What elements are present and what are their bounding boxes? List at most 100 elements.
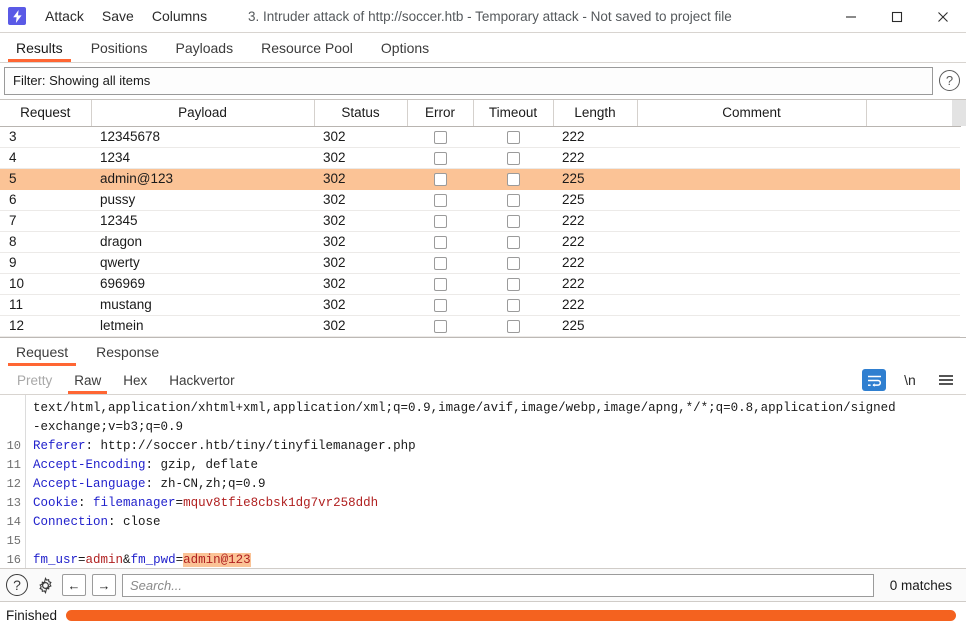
table-row[interactable]: 10 696969 302 222 — [0, 273, 960, 295]
cell-timeout[interactable] — [473, 252, 553, 274]
checkbox-icon[interactable] — [433, 298, 447, 312]
cell-length: 222 — [553, 210, 637, 232]
checkbox-icon[interactable] — [433, 193, 447, 207]
cell-error[interactable] — [407, 336, 473, 337]
main-tab-bar: Results Positions Payloads Resource Pool… — [0, 33, 966, 63]
cell-error[interactable] — [407, 210, 473, 232]
newline-icon[interactable]: \n — [898, 369, 922, 391]
menu-attack[interactable]: Attack — [36, 5, 93, 27]
cell-timeout[interactable] — [473, 315, 553, 337]
cell-timeout[interactable] — [473, 273, 553, 295]
checkbox-icon[interactable] — [506, 298, 520, 312]
cell-error[interactable] — [407, 252, 473, 274]
checkbox-icon[interactable] — [433, 277, 447, 291]
checkbox-icon[interactable] — [433, 256, 447, 270]
checkbox-icon[interactable] — [506, 151, 520, 165]
code-segment: Cookie — [33, 496, 79, 510]
cell-request: 7 — [0, 210, 91, 232]
minimize-icon[interactable] — [828, 0, 874, 33]
tab-resource-pool[interactable]: Resource Pool — [247, 33, 367, 62]
word-wrap-icon[interactable] — [862, 369, 886, 391]
cell-timeout[interactable] — [473, 189, 553, 211]
filter-bar[interactable]: Filter: Showing all items — [4, 66, 933, 95]
cell-timeout[interactable] — [473, 168, 553, 190]
cell-timeout[interactable] — [473, 210, 553, 232]
menu-save[interactable]: Save — [93, 5, 143, 27]
tab-hex[interactable]: Hex — [112, 366, 158, 394]
search-help-icon[interactable]: ? — [6, 574, 28, 596]
table-row[interactable]: 7 12345 302 222 — [0, 210, 960, 232]
cell-timeout[interactable] — [473, 336, 553, 337]
code-segment: = — [175, 496, 184, 510]
cell-error[interactable] — [407, 294, 473, 316]
search-next-button[interactable]: → — [92, 574, 116, 596]
cell-error[interactable] — [407, 231, 473, 253]
cell-error[interactable] — [407, 189, 473, 211]
request-line: -exchange;v=b3;q=0.9 — [33, 418, 966, 437]
tab-pretty[interactable]: Pretty — [6, 366, 63, 394]
hamburger-menu-icon[interactable] — [934, 369, 958, 391]
cell-error[interactable] — [407, 126, 473, 148]
table-row[interactable]: 6 pussy 302 225 — [0, 189, 960, 211]
column-header-error[interactable]: Error — [407, 100, 474, 127]
column-header-length[interactable]: Length — [553, 100, 638, 127]
close-icon[interactable] — [920, 0, 966, 33]
checkbox-icon[interactable] — [433, 235, 447, 249]
checkbox-icon[interactable] — [433, 172, 447, 186]
checkbox-icon[interactable] — [506, 193, 520, 207]
checkbox-icon[interactable] — [506, 172, 520, 186]
cell-timeout[interactable] — [473, 294, 553, 316]
tab-positions[interactable]: Positions — [77, 33, 162, 62]
checkbox-icon[interactable] — [506, 256, 520, 270]
tab-request[interactable]: Request — [2, 338, 82, 366]
cell-blank — [866, 147, 960, 169]
request-editor[interactable]: 10 11 12 13 14 15 16 text/html,application/xht… — [0, 395, 966, 568]
checkbox-icon[interactable] — [506, 319, 520, 333]
maximize-icon[interactable] — [874, 0, 920, 33]
table-row[interactable]: 9 qwerty 302 222 — [0, 252, 960, 274]
cell-error[interactable] — [407, 168, 473, 190]
menu-columns[interactable]: Columns — [143, 5, 216, 27]
table-row[interactable]: 4 1234 302 222 — [0, 147, 960, 169]
cell-error[interactable] — [407, 315, 473, 337]
checkbox-icon[interactable] — [433, 319, 447, 333]
cell-timeout[interactable] — [473, 231, 553, 253]
editor-actions: \n — [862, 366, 966, 394]
checkbox-icon[interactable] — [506, 277, 520, 291]
cell-timeout[interactable] — [473, 147, 553, 169]
column-header-payload[interactable]: Payload — [91, 100, 315, 127]
cell-error[interactable] — [407, 147, 473, 169]
tab-payloads[interactable]: Payloads — [162, 33, 248, 62]
checkbox-icon[interactable] — [506, 235, 520, 249]
table-row[interactable]: 8 dragon 302 222 — [0, 231, 960, 253]
checkbox-icon[interactable] — [433, 130, 447, 144]
column-header-timeout[interactable]: Timeout — [473, 100, 554, 127]
request-body-text[interactable]: text/html,application/xhtml+xml,applicat… — [26, 395, 966, 568]
checkbox-icon[interactable] — [433, 214, 447, 228]
gear-icon[interactable] — [34, 574, 56, 596]
cell-timeout[interactable] — [473, 126, 553, 148]
table-row[interactable]: 11 mustang 302 222 — [0, 294, 960, 316]
column-header-comment[interactable]: Comment — [637, 100, 867, 127]
column-header-blank[interactable] — [866, 100, 961, 127]
tab-results[interactable]: Results — [2, 33, 77, 62]
cell-error[interactable] — [407, 273, 473, 295]
cell-comment — [637, 210, 866, 232]
filter-help-icon[interactable]: ? — [939, 70, 960, 91]
table-scrollbar[interactable] — [952, 100, 966, 126]
table-row[interactable]: 13baseball302 225 — [0, 336, 960, 337]
checkbox-icon[interactable] — [506, 130, 520, 144]
tab-hackvertor[interactable]: Hackvertor — [158, 366, 245, 394]
tab-response[interactable]: Response — [82, 338, 173, 366]
tab-options[interactable]: Options — [367, 33, 443, 62]
search-input[interactable]: Search... — [122, 573, 874, 597]
tab-raw[interactable]: Raw — [63, 366, 112, 394]
checkbox-icon[interactable] — [433, 151, 447, 165]
table-row[interactable]: 5 admin@123 302 225 — [0, 168, 960, 190]
column-header-status[interactable]: Status — [314, 100, 408, 127]
search-prev-button[interactable]: ← — [62, 574, 86, 596]
checkbox-icon[interactable] — [506, 214, 520, 228]
table-row[interactable]: 12 letmein 302 225 — [0, 315, 960, 337]
table-row[interactable]: 3 12345678 302 222 — [0, 126, 960, 148]
column-header-request[interactable]: Request — [0, 100, 92, 127]
